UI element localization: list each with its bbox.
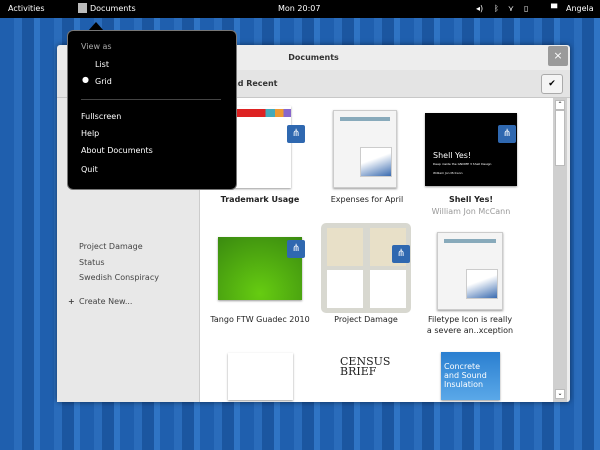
scroll-thumb[interactable] (555, 110, 565, 166)
doc-author: William Jon McCann (431, 207, 511, 216)
view-label: nd Recent (232, 79, 278, 88)
battery-icon[interactable]: ▯ (524, 4, 528, 13)
app-menu: View as List ● Grid Fullscreen Help Abou… (67, 30, 237, 190)
thumb-title: Concrete (444, 362, 481, 371)
create-new-button[interactable]: Create New... (79, 297, 132, 306)
chat-icon[interactable]: ▀ (551, 4, 557, 13)
menu-item-grid[interactable]: Grid (95, 77, 112, 86)
doc-title[interactable]: Expenses for April (307, 194, 427, 205)
volume-icon[interactable]: ◂) (476, 4, 483, 13)
view-as-heading: View as (81, 42, 112, 51)
thumb-title-2: BRIEF (340, 365, 377, 378)
doc-title[interactable]: Project Damage (306, 314, 426, 325)
bluetooth-icon[interactable]: ᛒ (494, 4, 499, 13)
thumb-author: William Jon McCann (433, 171, 463, 175)
menu-item-about[interactable]: About Documents (81, 146, 153, 155)
user-menu[interactable]: Angela (566, 4, 594, 13)
shared-icon: ⋔ (498, 125, 516, 143)
doc-title-line2: a severe an..xception (426, 326, 514, 335)
doc-thumbnail[interactable]: Concrete and Sound Insulation (441, 352, 500, 400)
wifi-icon[interactable]: ⋎ (508, 4, 514, 13)
clock[interactable]: Mon 20:07 (278, 4, 320, 13)
menu-separator (81, 99, 221, 100)
doc-title[interactable]: Filetype Icon is really (410, 314, 530, 325)
collection-thumbnail[interactable] (321, 223, 411, 313)
doc-title[interactable]: Trademark Usage (200, 194, 320, 205)
plus-icon: + (68, 297, 75, 306)
shared-icon: ⋔ (392, 245, 410, 263)
menu-item-fullscreen[interactable]: Fullscreen (81, 112, 121, 121)
thumb-subtitle: Deep inside the GNOME 3 Shell Design (433, 162, 492, 166)
doc-title[interactable]: Tango FTW Guadec 2010 (200, 314, 320, 325)
thumb-title: Shell Yes! (433, 151, 472, 160)
documents-app-icon (78, 3, 87, 13)
doc-title[interactable]: Shell Yes! (411, 194, 531, 205)
radio-selected-icon: ● (82, 75, 89, 84)
scrollbar[interactable]: ⌃ ⌄ (553, 98, 567, 402)
doc-thumbnail[interactable]: CENSUS BRIEF (336, 353, 398, 400)
activities-button[interactable]: Activities (8, 4, 45, 13)
app-menu-button[interactable]: Documents (90, 4, 136, 13)
shared-icon: ⋔ (287, 240, 305, 258)
scroll-down-button[interactable]: ⌄ (555, 389, 565, 399)
sidebar-item-status[interactable]: Status (79, 258, 105, 267)
scroll-up-button[interactable]: ⌃ (555, 100, 565, 110)
shared-icon: ⋔ (287, 125, 305, 143)
thumb-title-2: and Sound (444, 371, 487, 380)
menu-item-help[interactable]: Help (81, 129, 99, 138)
close-button[interactable]: × (548, 46, 568, 66)
doc-thumbnail[interactable] (228, 353, 293, 400)
doc-thumbnail[interactable]: Shell Yes! Deep inside the GNOME 3 Shell… (425, 113, 517, 186)
top-bar: Activities Documents Mon 20:07 ◂) ᛒ ⋎ ▯ … (0, 0, 600, 18)
thumb-title-3: Insulation (444, 380, 484, 389)
menu-item-quit[interactable]: Quit (81, 165, 98, 174)
spreadsheet-icon[interactable] (437, 232, 503, 310)
spreadsheet-icon[interactable] (333, 110, 397, 188)
sidebar-item-swedish-conspiracy[interactable]: Swedish Conspiracy (79, 273, 159, 282)
sidebar-item-project-damage[interactable]: Project Damage (79, 242, 143, 251)
document-grid: ⋔ Trademark Usage Expenses for April She… (200, 98, 553, 402)
selection-mode-button[interactable]: ✔ (541, 74, 563, 94)
menu-item-list[interactable]: List (95, 60, 109, 69)
